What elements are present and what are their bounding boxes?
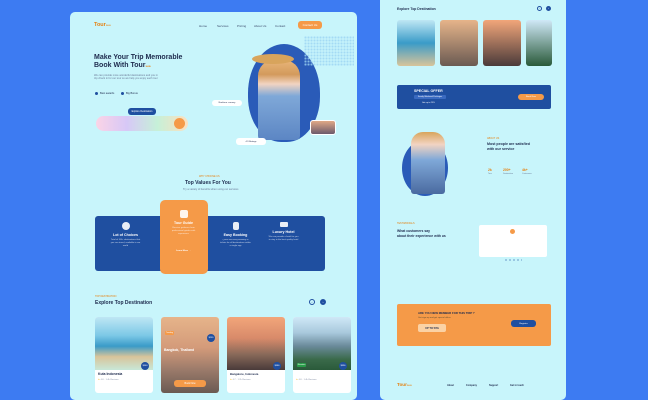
bed-icon bbox=[279, 222, 288, 227]
value-card-guide: Tour Guide Receive guidance from profess… bbox=[168, 210, 199, 253]
nav-home[interactable]: Home bbox=[199, 24, 207, 28]
check-icon bbox=[95, 92, 98, 95]
stat-3-label: Customers bbox=[522, 173, 532, 175]
explore-destination-button[interactable]: Explore Destination bbox=[128, 108, 156, 115]
landing-page-scroll-preview: Explore Top Destination ‹ › SPECIAL OFFE… bbox=[380, 0, 566, 400]
avatar bbox=[510, 229, 515, 234]
footer-col-support: Support bbox=[489, 384, 499, 387]
rating-badge: 4.9 Ratings bbox=[236, 138, 266, 145]
check-icon bbox=[121, 92, 124, 95]
newsletter-discount: UP TO 50% bbox=[418, 324, 446, 332]
destination-thumb-4[interactable] bbox=[526, 20, 552, 66]
register-button[interactable]: Register bbox=[511, 320, 536, 327]
offer-discount: Get up to 25% bbox=[422, 102, 435, 104]
nav-contact[interactable]: Contact bbox=[275, 24, 285, 28]
hat-graphic bbox=[252, 54, 294, 64]
footer-logo[interactable]: Toursea bbox=[397, 382, 412, 387]
stat-3-value: 4k+ bbox=[522, 168, 528, 172]
testimonials-title-line2: about their experience with us bbox=[397, 234, 446, 238]
destination-thumb-3[interactable] bbox=[483, 20, 521, 66]
hero-check-1: Best awards bbox=[100, 92, 115, 95]
carousel-dots[interactable] bbox=[504, 259, 522, 261]
world-map-graphic bbox=[304, 36, 354, 66]
about-kicker: ABOUT US bbox=[487, 137, 500, 140]
prev-arrow-icon[interactable]: ‹ bbox=[537, 6, 542, 11]
hero-description: We can provide more wonderful destinatio… bbox=[94, 74, 158, 81]
footer-col-about: About bbox=[447, 384, 454, 387]
next-arrow-icon[interactable]: › bbox=[320, 299, 326, 305]
stat-1-value: 2k bbox=[488, 168, 492, 172]
offer-package: Family Weekend Packages bbox=[414, 95, 446, 99]
destinations-title: Explore Top Destination bbox=[95, 300, 153, 306]
values-title: Top Values For You bbox=[185, 180, 231, 186]
value-card-choices: Lot of Choices Total of 100+ destination… bbox=[110, 222, 141, 248]
nav-pricing[interactable]: Pricing bbox=[237, 24, 246, 28]
destination-thumb-2[interactable] bbox=[440, 20, 478, 66]
dest-title-right: Explore Top Destination bbox=[397, 7, 436, 11]
hero-title-line2: Book With Toursea bbox=[94, 62, 151, 69]
brand-logo[interactable]: Toursea bbox=[94, 22, 111, 28]
footer-col-company: Company bbox=[466, 384, 477, 387]
prev-arrow-icon[interactable]: ‹ bbox=[309, 299, 315, 305]
stat-1-label: Tour bbox=[488, 173, 492, 175]
testimonials-kicker: TESTIMONIALS bbox=[397, 222, 415, 225]
footer-col-contact: Get in touch bbox=[510, 384, 524, 387]
destination-thumb-1[interactable] bbox=[397, 20, 435, 66]
destinations-kicker: TOP DESTINATION bbox=[95, 295, 117, 298]
destination-card-kuta[interactable]: $360 Kuta Indonesia ★ 4.8 · 1.4k Reviews bbox=[95, 317, 153, 393]
about-title-line2: with our service bbox=[487, 147, 515, 151]
hero-check-2: Big Bonus bbox=[126, 92, 138, 95]
newsletter-desc: Get sign-up and get special offers bbox=[418, 317, 451, 319]
briefcase-icon bbox=[179, 210, 188, 218]
phone-icon bbox=[232, 222, 239, 230]
values-kicker: WHY CHOOSE US bbox=[199, 175, 220, 178]
testimonials-title-line1: What customers say bbox=[397, 229, 430, 233]
destination-card-bangkok[interactable]: Trending Bangkok, Thailand $255 Book Now bbox=[161, 317, 219, 393]
value-card-booking: Easy Booking Quick and easy booking of t… bbox=[220, 222, 251, 248]
values-subtitle: Try a variety of benefits when using our… bbox=[183, 188, 239, 191]
hero-title-line1: Make Your Trip Memorable bbox=[94, 54, 183, 61]
newsletter-title: ARE YOU NEW MEMBER FOR THIS TRIP ? bbox=[418, 311, 475, 315]
traveler-photo bbox=[258, 60, 300, 140]
landmark-thumbnail bbox=[310, 120, 336, 135]
stat-2-label: Destination bbox=[503, 173, 514, 175]
nav-about[interactable]: About Us bbox=[254, 24, 266, 28]
learn-more-link[interactable]: Learn More → bbox=[168, 250, 199, 253]
nav-services[interactable]: Services bbox=[217, 24, 229, 28]
globe-icon bbox=[121, 222, 130, 230]
value-card-hotel: Luxury Hotel We can provide a hotel for … bbox=[268, 222, 299, 242]
book-now-button[interactable]: Book Now bbox=[174, 380, 206, 387]
search-icon[interactable] bbox=[174, 118, 185, 129]
about-title-line1: Most people are satisfied bbox=[487, 142, 530, 146]
next-arrow-icon[interactable]: › bbox=[546, 6, 551, 11]
offer-book-button[interactable]: Book Now bbox=[518, 94, 544, 100]
stat-2-value: 200+ bbox=[503, 168, 511, 172]
destination-card-bangalore[interactable]: $386 Bangalore, Indonesia ★ 4.7 · 1.2k R… bbox=[227, 317, 285, 393]
about-photo bbox=[411, 132, 445, 194]
landing-page-preview: Toursea Home Services Pricing About Us C… bbox=[70, 12, 357, 400]
contact-us-button[interactable]: Contact Us bbox=[298, 21, 322, 29]
destination-card-mountain[interactable]: Mountain $396 ★ 4.8 · 1.4k Reviews bbox=[293, 317, 351, 393]
offer-title: SPECIAL OFFER bbox=[414, 89, 443, 93]
location-badge: Northern scenery bbox=[212, 100, 242, 106]
